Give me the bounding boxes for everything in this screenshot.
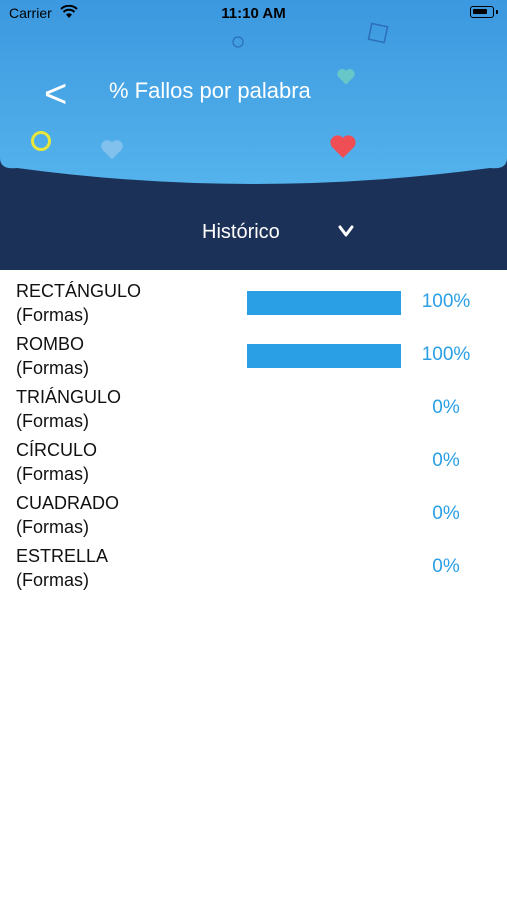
error-bar [247, 450, 401, 474]
word-label: RECTÁNGULO [16, 281, 142, 301]
list-item: RECTÁNGULO (Formas) 100% [0, 278, 507, 331]
heart-icon [330, 135, 356, 158]
battery-tip [496, 10, 498, 14]
category-label: (Formas) [16, 570, 89, 590]
circle-outline-icon [31, 131, 51, 151]
header: Carrier 11:10 AM < % Fallos por palabra … [0, 0, 507, 270]
error-percent: 0% [432, 397, 460, 418]
category-label: (Formas) [16, 305, 89, 325]
error-percent: 100% [421, 291, 471, 312]
category-label: (Formas) [16, 464, 89, 484]
status-time: 11:10 AM [221, 5, 286, 22]
back-button[interactable]: < [44, 72, 84, 116]
word-label: TRIÁNGULO [16, 387, 122, 407]
status-bar: Carrier 11:10 AM [0, 0, 507, 28]
error-bar-fill [247, 291, 401, 315]
error-percent: 100% [421, 344, 471, 365]
error-bar [247, 291, 401, 315]
error-percent: 0% [432, 450, 460, 471]
error-bar [247, 397, 401, 421]
word-label: ESTRELLA [16, 546, 109, 566]
list-item: ROMBO (Formas) 100% [0, 331, 507, 384]
error-bar [247, 503, 401, 527]
error-bar [247, 556, 401, 580]
list-item: ESTRELLA (Formas) 0% [0, 543, 507, 596]
category-label: (Formas) [16, 358, 89, 378]
error-percent: 0% [432, 556, 460, 577]
word-label: CUADRADO [16, 493, 120, 513]
list-item: TRIÁNGULO (Formas) 0% [0, 384, 507, 437]
list-item: CUADRADO (Formas) 0% [0, 490, 507, 543]
word-label: CÍRCULO [16, 440, 98, 460]
battery-icon [470, 6, 494, 18]
category-label: (Formas) [16, 517, 89, 537]
heart-teal-icon [337, 68, 355, 85]
category-label: (Formas) [16, 411, 89, 431]
word-error-list: RECTÁNGULO (Formas) 100% ROMBO (Formas) … [0, 278, 507, 596]
word-label: ROMBO [16, 334, 85, 354]
list-item: CÍRCULO (Formas) 0% [0, 437, 507, 490]
error-bar [247, 344, 401, 368]
error-percent: 0% [432, 503, 460, 524]
period-dropdown-label: Histórico [202, 221, 280, 243]
heart-faded-icon [101, 140, 123, 160]
page-title: % Fallos por palabra [109, 78, 311, 103]
small-circle-icon [232, 36, 244, 48]
error-bar-fill [247, 344, 401, 368]
chevron-down-icon [338, 225, 354, 237]
period-dropdown[interactable]: Histórico [0, 214, 507, 254]
